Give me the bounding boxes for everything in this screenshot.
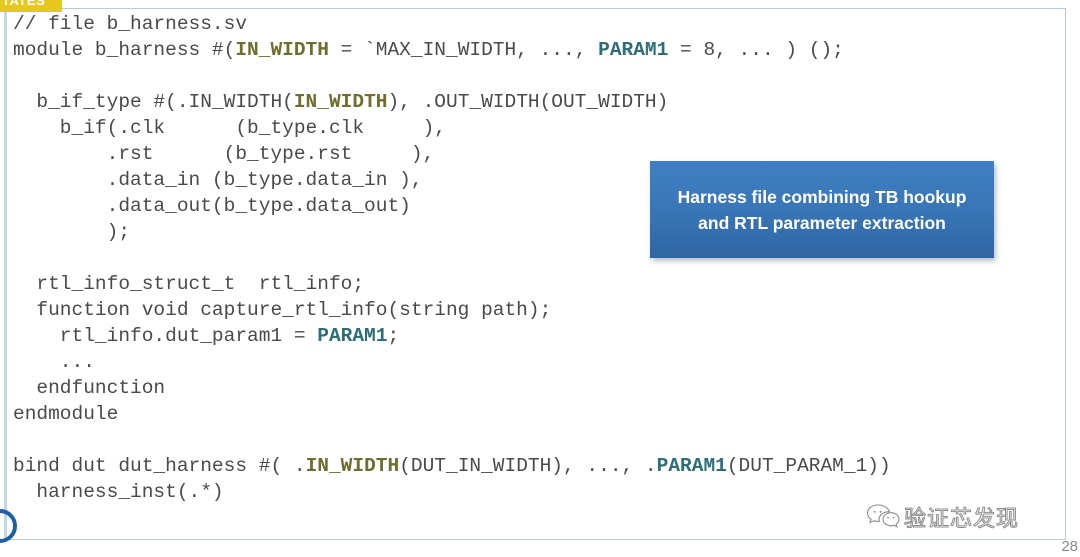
callout-text: Harness file combining TB hookup and RTL… <box>666 184 979 236</box>
code-line: endmodule <box>13 401 1063 427</box>
code-line: // file b_harness.sv <box>13 11 1063 37</box>
callout-line-1: Harness file combining TB hookup <box>677 186 967 207</box>
code-token: = `MAX_IN_WIDTH, ..., <box>328 39 599 61</box>
code-token: module b_harness #( <box>13 39 236 61</box>
code-line: harness_inst(.*) <box>13 479 1063 505</box>
code-token: rtl_info_struct_t rtl_info; <box>13 273 365 295</box>
code-token: ... <box>13 351 95 373</box>
code-line: function void capture_rtl_info(string pa… <box>13 297 1063 323</box>
code-line: bind dut dut_harness #( .IN_WIDTH(DUT_IN… <box>13 453 1063 479</box>
code-line: endfunction <box>13 375 1063 401</box>
code-token: = 8, ... ) (); <box>668 39 844 61</box>
code-token: ; <box>387 325 400 347</box>
code-token: ), .OUT_WIDTH(OUT_WIDTH) <box>387 91 669 113</box>
code-line: b_if_type #(.IN_WIDTH(IN_WIDTH), .OUT_WI… <box>13 89 1063 115</box>
code-token: endfunction <box>13 377 166 399</box>
code-token: .data_out(b_type.data_out) <box>13 195 411 217</box>
code-token-param: IN_WIDTH <box>235 39 329 61</box>
code-token-param: IN_WIDTH <box>305 455 400 477</box>
code-token-param: PARAM1 <box>598 39 669 61</box>
code-block-panel: // file b_harness.sv module b_harness #(I… <box>4 8 1066 540</box>
code-line: b_if(.clk (b_type.clk ), <box>13 115 1063 141</box>
code-token: .data_in (b_type.data_in ), <box>13 169 423 191</box>
code-token-param: PARAM1 <box>317 325 388 347</box>
callout-line-2: and RTL parameter extraction <box>698 212 946 233</box>
code-token: // file b_harness.sv <box>13 13 248 35</box>
code-listing: // file b_harness.sv module b_harness #(I… <box>13 11 1063 505</box>
code-token: (DUT_IN_WIDTH), ..., . <box>399 455 657 477</box>
code-token-param: IN_WIDTH <box>293 91 388 113</box>
callout-box: Harness file combining TB hookup and RTL… <box>650 161 994 258</box>
code-line: rtl_info_struct_t rtl_info; <box>13 271 1063 297</box>
ribbon-badge: TATES <box>0 0 62 12</box>
ribbon-badge-label: TATES <box>2 0 46 8</box>
code-line: module b_harness #(IN_WIDTH = `MAX_IN_WI… <box>13 37 1063 63</box>
page-number: 28 <box>1061 538 1078 555</box>
code-token: function void capture_rtl_info(string pa… <box>13 299 552 321</box>
code-token: rtl_info.dut_param1 = <box>13 325 318 347</box>
code-token: .rst (b_type.rst ), <box>13 143 435 165</box>
code-line: ... <box>13 349 1063 375</box>
code-token: b_if(.clk (b_type.clk ), <box>13 117 446 139</box>
code-token: b_if_type #(.IN_WIDTH( <box>13 91 294 113</box>
code-line: rtl_info.dut_param1 = PARAM1; <box>13 323 1063 349</box>
code-token: harness_inst(.*) <box>13 481 224 503</box>
code-token: endmodule <box>13 403 119 425</box>
code-token: bind dut dut_harness #( . <box>13 455 306 477</box>
code-token: (DUT_PARAM_1)) <box>726 455 891 477</box>
code-token: ); <box>13 221 131 243</box>
code-token-param: PARAM1 <box>656 455 727 477</box>
